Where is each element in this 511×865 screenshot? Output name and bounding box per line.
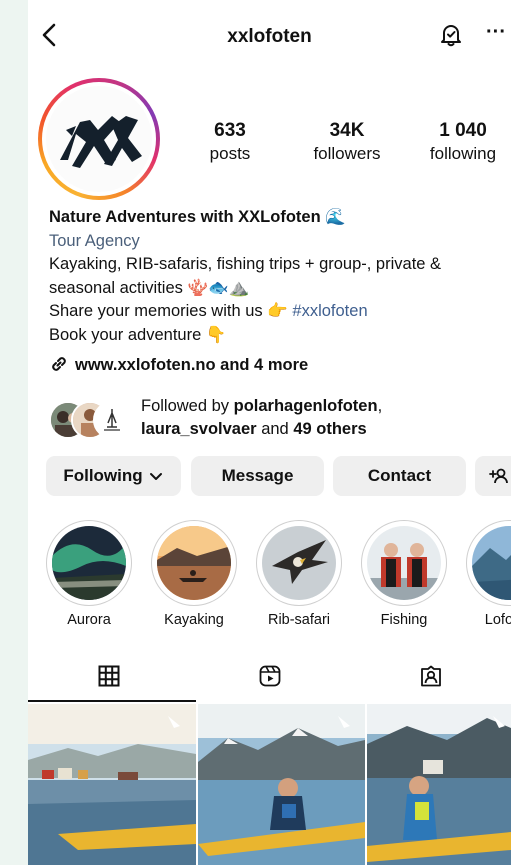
highlight-lofoten-label: Lofoten [484, 612, 511, 628]
following-count[interactable]: 1 040 following [418, 120, 508, 166]
following-value: 1 040 [439, 120, 487, 141]
category-label[interactable]: Tour Agency [49, 230, 509, 254]
add-person-icon [489, 468, 508, 484]
followed-by-prefix: Followed by [141, 397, 230, 415]
post-thumbnail[interactable] [28, 704, 196, 865]
xx-logo-icon [60, 116, 142, 168]
highlight-kayaking-image [157, 526, 231, 600]
highlight-kayaking[interactable]: Kayaking [149, 520, 239, 628]
contact-button-label: Contact [367, 466, 432, 485]
follower-name-2[interactable]: laura_svolvaer [141, 420, 257, 438]
followed-by-others[interactable]: 49 others [293, 420, 366, 438]
bio-line-4: Book your adventure [49, 325, 202, 344]
tab-tagged[interactable] [350, 652, 511, 700]
pointing-hand-icon: 👉 [267, 302, 288, 320]
avatar [46, 86, 152, 192]
followers-value: 34K [329, 120, 365, 141]
following-label: following [429, 144, 497, 163]
link-icon [52, 357, 66, 371]
posts-grid [28, 704, 511, 865]
highlight-aurora-label: Aurora [67, 612, 111, 628]
hashtag-link[interactable]: #xxlofoten [292, 302, 367, 320]
message-button-label: Message [221, 466, 294, 485]
followed-by-text: Followed by polarhagenlofoten, laura_svo… [141, 397, 383, 438]
message-button[interactable]: Message [191, 456, 324, 496]
pointing-down-icon: 👇 [205, 325, 227, 344]
posts-label: posts [209, 144, 251, 163]
reels-icon [259, 665, 280, 687]
highlight-aurora-image [52, 526, 126, 600]
highlight-kayaking-label: Kayaking [164, 612, 224, 628]
tab-posts[interactable] [28, 652, 189, 700]
bio-line-2: seasonal activities [49, 278, 183, 297]
top-bar: xxlofoten ··· [28, 0, 511, 72]
avatar-story-ring[interactable] [38, 78, 160, 200]
profile-tabs [28, 652, 511, 702]
grid-icon [98, 665, 119, 687]
following-button-label: Following [63, 466, 143, 485]
highlight-aurora[interactable]: Aurora [44, 520, 134, 628]
highlight-fishing-image [367, 526, 441, 600]
tagged-person-icon [420, 665, 441, 687]
add-person-button[interactable] [475, 456, 511, 496]
activity-emojis-icon: 🪸🐟⛰️ [187, 278, 250, 297]
bio-line-3: Share your memories with us [49, 302, 263, 320]
bio-line-1: Kayaking, RIB-safaris, fishing trips + g… [49, 255, 442, 273]
website-link-text: www.xxlofoten.no and 4 more [75, 356, 309, 374]
highlight-lofoten-image [472, 526, 511, 600]
active-tab-indicator [28, 700, 196, 702]
profile-bio: Nature Adventures with XXLofoten 🌊 Tour … [49, 206, 509, 347]
follower-name-1[interactable]: polarhagenlofoten [234, 397, 378, 415]
post-thumbnail[interactable] [367, 704, 511, 865]
display-name: Nature Adventures with XXLofoten [49, 208, 321, 226]
followers-count[interactable]: 34K followers [299, 120, 395, 166]
posts-count[interactable]: 633 posts [194, 120, 266, 166]
highlight-fishing-label: Fishing [380, 612, 428, 628]
highlight-fishing[interactable]: Fishing [359, 520, 449, 628]
followed-by-and: and [261, 420, 289, 438]
profile-screen: xxlofoten ··· 633 posts 34K followers 1 … [28, 0, 511, 865]
tab-reels[interactable] [189, 652, 350, 700]
more-options-icon[interactable]: ··· [486, 22, 510, 48]
following-button[interactable]: Following [46, 456, 181, 496]
highlight-rib-safari[interactable]: Rib-safari [254, 520, 344, 628]
highlight-rib-safari-label: Rib-safari [267, 612, 331, 628]
chevron-down-icon [149, 473, 162, 480]
follower-avatar-3 [93, 401, 131, 439]
contact-button[interactable]: Contact [333, 456, 466, 496]
followers-label: followers [313, 144, 381, 163]
highlight-rib-safari-image [262, 526, 336, 600]
posts-value: 633 [214, 120, 246, 141]
highlight-lofoten[interactable]: Lofoten [464, 520, 511, 628]
notification-bell-icon[interactable] [439, 22, 463, 48]
wave-emoji-icon: 🌊 [325, 208, 346, 226]
website-link[interactable]: www.xxlofoten.no and 4 more [49, 354, 308, 375]
post-thumbnail[interactable] [198, 704, 365, 865]
